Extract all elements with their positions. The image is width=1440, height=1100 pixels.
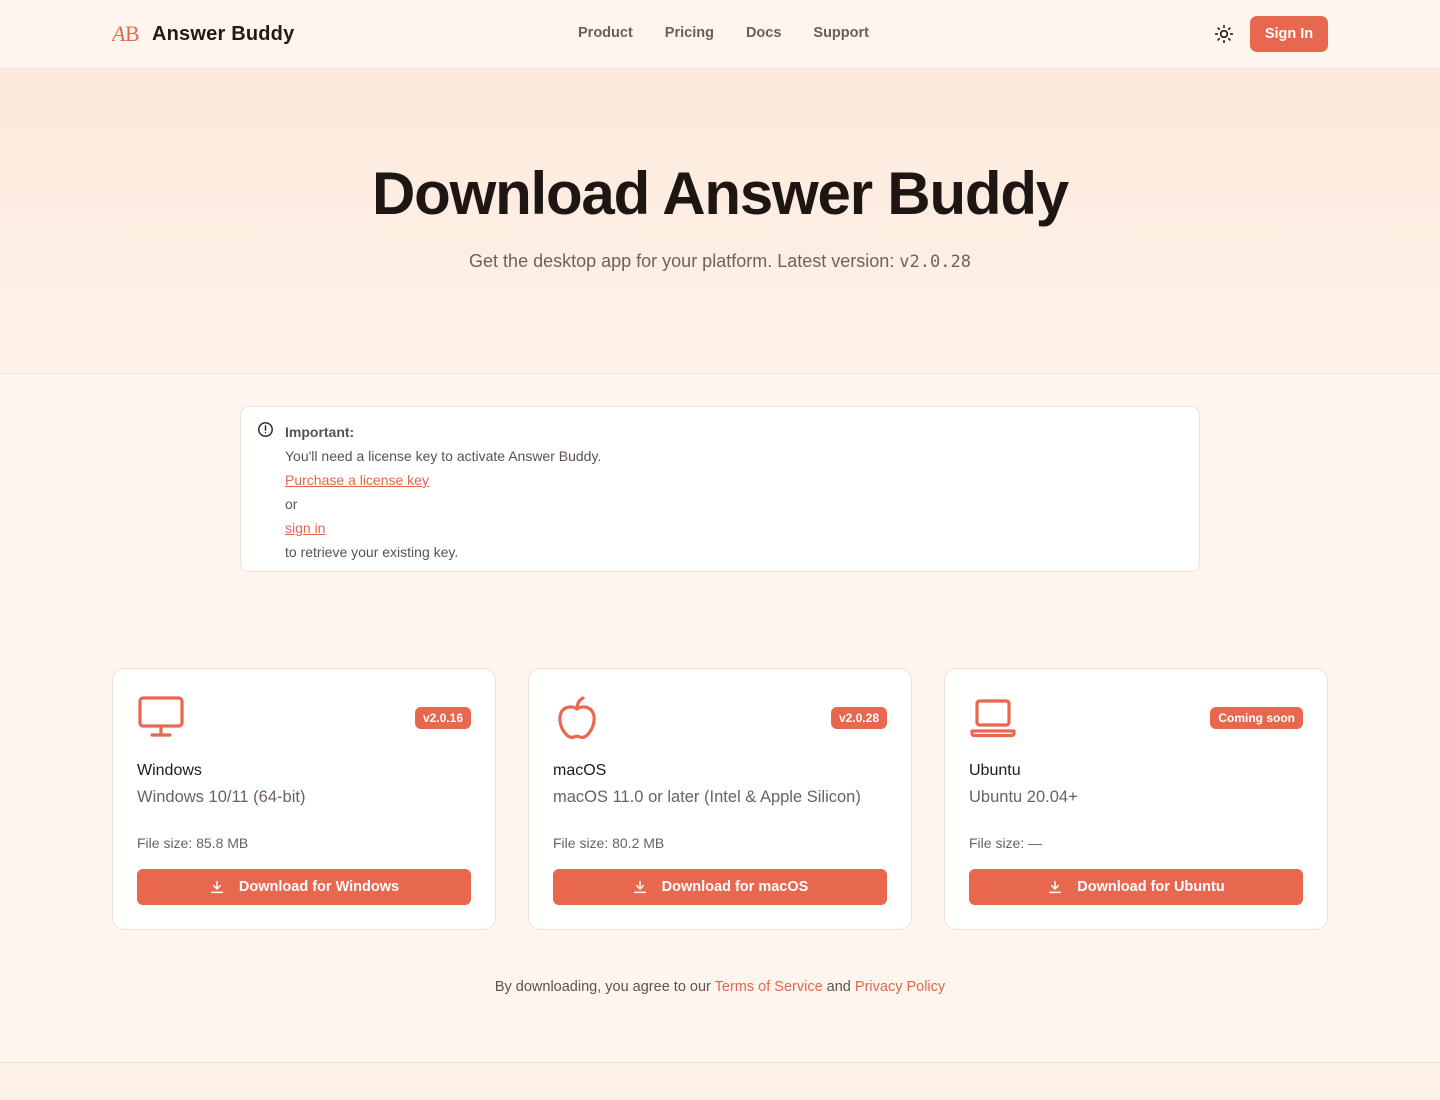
laptop-icon: [969, 695, 1017, 744]
platform-requirements: Ubuntu 20.04+: [969, 788, 1078, 806]
download-icon: [210, 880, 223, 894]
purchase-license-link[interactable]: Purchase a license key: [285, 472, 429, 488]
platform-card-ubuntu: Coming soon Ubuntu Ubuntu 20.04+ File si…: [944, 668, 1328, 930]
notice-line-end: to retrieve your existing key.: [285, 544, 459, 560]
download-label: Download for macOS: [661, 879, 809, 895]
theme-toggle-button[interactable]: [1212, 22, 1236, 46]
platform-name: macOS: [553, 762, 607, 779]
notice-or: or: [285, 496, 298, 512]
sign-in-button[interactable]: Sign In: [1250, 16, 1328, 52]
sun-icon: [1214, 24, 1234, 44]
version-badge: v2.0.16: [414, 707, 471, 729]
brand-logo[interactable]: A B Answer Buddy: [112, 20, 294, 48]
svg-text:B: B: [125, 21, 140, 46]
file-size: File size: —: [969, 835, 1043, 851]
notice-body: Important: You'll need a license key to …: [285, 420, 601, 564]
monitor-icon: [137, 695, 185, 744]
legal-and: and: [826, 979, 851, 995]
file-size: File size: 80.2 MB: [553, 835, 665, 851]
nav-product[interactable]: Product: [578, 25, 633, 41]
nav-docs[interactable]: Docs: [746, 25, 781, 41]
nav-support[interactable]: Support: [813, 25, 869, 41]
page-footer: [0, 1062, 1440, 1100]
site-header: A B Answer Buddy Product Pricing Docs Su…: [0, 0, 1440, 69]
download-icon: [633, 880, 646, 894]
platform-card-macos: v2.0.28 macOS macOS 11.0 or later (Intel…: [528, 668, 912, 930]
legal-prefix: By downloading, you agree to our: [494, 979, 711, 995]
download-macos-button[interactable]: Download for macOS: [553, 869, 887, 905]
notice-heading: Important:: [285, 424, 355, 440]
download-icon: [1049, 880, 1062, 894]
main-nav: Product Pricing Docs Support: [578, 25, 869, 41]
notice-line: You'll need a license key to activate An…: [285, 448, 602, 464]
latest-version: v2.0.28: [899, 252, 971, 272]
platform-name: Ubuntu: [969, 762, 1021, 779]
hero-subtitle: Get the desktop app for your platform. L…: [0, 251, 1440, 272]
svg-text:A: A: [112, 21, 126, 46]
download-label: Download for Windows: [238, 879, 400, 895]
apple-icon: [553, 695, 601, 748]
nav-pricing[interactable]: Pricing: [665, 25, 714, 41]
hero-subtitle-text: Get the desktop app for your platform. L…: [469, 251, 895, 271]
download-label: Download for Ubuntu: [1077, 879, 1225, 895]
privacy-link[interactable]: Privacy Policy: [855, 979, 945, 995]
platform-name: Windows: [137, 762, 202, 779]
platform-requirements: Windows 10/11 (64-bit): [137, 788, 306, 806]
version-badge: v2.0.28: [830, 707, 887, 729]
download-windows-button[interactable]: Download for Windows: [137, 869, 471, 905]
download-ubuntu-button[interactable]: Download for Ubuntu: [969, 869, 1303, 905]
terms-link[interactable]: Terms of Service: [715, 979, 823, 995]
license-notice: Important: You'll need a license key to …: [240, 406, 1200, 572]
file-size: File size: 85.8 MB: [137, 835, 249, 851]
brand-name: Answer Buddy: [152, 22, 295, 45]
logo-mark-icon: A B: [112, 20, 144, 48]
coming-soon-badge: Coming soon: [1210, 707, 1303, 729]
hero-section: Download Answer Buddy Get the desktop ap…: [0, 69, 1440, 374]
alert-circle-icon: [257, 421, 274, 443]
legal-note: By downloading, you agree to our Terms o…: [0, 979, 1440, 995]
notice-sign-in-link[interactable]: sign in: [285, 520, 325, 536]
page-title: Download Answer Buddy: [372, 160, 1069, 227]
platform-card-windows: v2.0.16 Windows Windows 10/11 (64-bit) F…: [112, 668, 496, 930]
platform-requirements: macOS 11.0 or later (Intel & Apple Silic…: [553, 788, 861, 806]
